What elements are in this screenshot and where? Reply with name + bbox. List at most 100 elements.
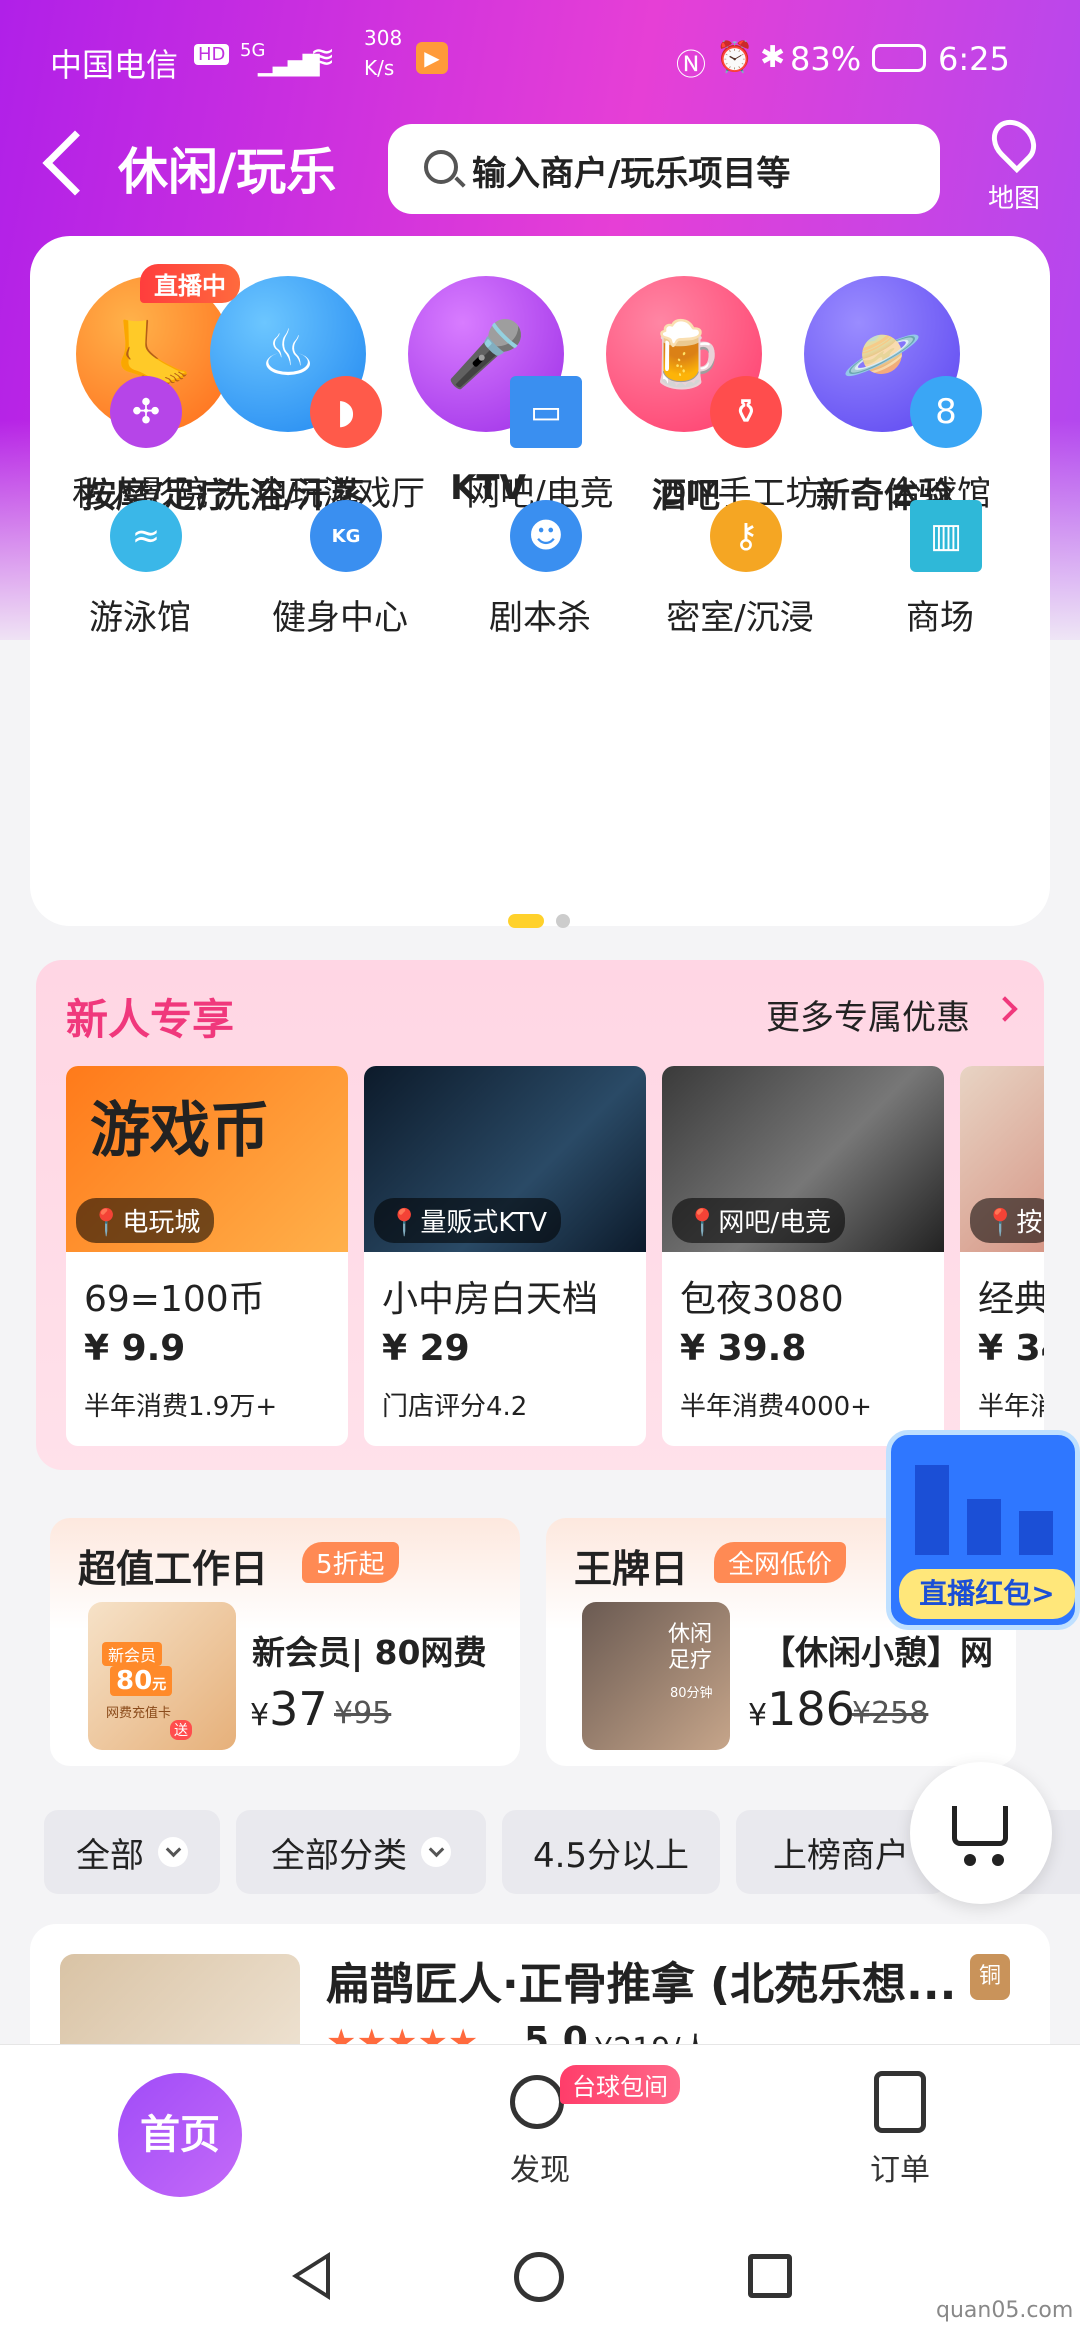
battery-icon [872, 44, 926, 72]
search-icon [424, 150, 458, 184]
deal-price: ¥ 29 [382, 1328, 470, 1369]
deal-price: ¥ 9.9 [84, 1328, 186, 1369]
deal-card[interactable]: 游戏币 📍电玩城 69=100币 ¥ 9.9 半年消费1.9万+ [66, 1066, 348, 1446]
tab-home[interactable]: 首页 [118, 2073, 242, 2197]
deal-card[interactable]: 📍量贩式KTV 小中房白天档 ¥ 29 门店评分4.2 [364, 1066, 646, 1446]
home-circle-icon[interactable] [514, 2252, 564, 2302]
deal-subtext: 半年消费4000+ [680, 1392, 872, 1422]
speed-value: 308 [364, 26, 403, 50]
alarm-icon: ⏰ [716, 40, 754, 75]
wifi-icon: ≋ [310, 40, 336, 75]
promo-item-name: 新会员| 80网费 [252, 1633, 487, 1672]
order-icon[interactable] [874, 2071, 926, 2133]
category-mall[interactable]: ▥ 商场 [840, 500, 1040, 650]
category-card: 🦶 按摩/足疗 ♨ 洗浴/汗蒸 🎤 KTV 🍺 酒吧 🪐 新奇体验 ✣ 私人影院… [30, 236, 1050, 928]
cart-wheel [964, 1854, 976, 1866]
pacman-icon: ◗ [310, 376, 382, 448]
compass-icon[interactable] [510, 2075, 564, 2129]
key-icon: ⚷ [710, 500, 782, 572]
kettlebell-icon: KG [310, 500, 382, 572]
status-bar: 中国电信 HD 5G ▁▃▅▇ ≋ 308 K/s ▶ Ⓝ ⏰ ✱ 83% 6:… [0, 0, 1080, 120]
category-murder-mystery[interactable]: ☻ 剧本杀 [440, 500, 640, 650]
cart-button[interactable] [910, 1762, 1052, 1904]
category-label: 游泳馆 [89, 598, 191, 638]
category-label: 健身中心 [272, 598, 408, 638]
cart-icon [952, 1806, 1008, 1846]
filter-rating[interactable]: 4.5分以上 [502, 1810, 720, 1894]
category-label: 剧本杀 [489, 598, 591, 638]
live-redpacket-label: 直播红包> [899, 1569, 1075, 1619]
category-escape-room[interactable]: ⚷ 密室/沉浸 [640, 500, 840, 650]
section-title: 新人专享 [66, 995, 235, 1044]
live-badge: 直播中 [140, 264, 240, 303]
chevron-down-icon [421, 1837, 451, 1867]
battery-percent: 83% [790, 40, 862, 78]
new-user-section: 新人专享 更多专属优惠 游戏币 📍电玩城 69=100币 ¥ 9.9 半年消费1… [36, 960, 1044, 1470]
wave-icon: ≈ [110, 500, 182, 572]
promo-tag: 5折起 [302, 1542, 399, 1583]
category-gym[interactable]: KG 健身中心 [240, 500, 440, 650]
category-swimming[interactable]: ≈ 游泳馆 [40, 500, 240, 650]
bronze-medal-icon: 铜 [970, 1954, 1010, 2000]
page-dot-active [508, 914, 544, 928]
jar-icon: ⚱ [710, 376, 782, 448]
more-offers-link[interactable]: 更多专属优惠 [766, 990, 970, 1039]
deal-tag: 📍电玩城 [76, 1198, 215, 1243]
bottom-tab-bar: 首页 台球包间 发现 订单 [0, 2044, 1080, 2214]
map-label: 地图 [987, 184, 1040, 214]
deal-subtext: 门店评分4.2 [382, 1392, 528, 1422]
back-triangle-icon[interactable] [292, 2252, 330, 2300]
speed-unit: K/s [364, 56, 395, 80]
search-input[interactable]: 输入商户/玩乐项目等 [388, 124, 940, 214]
deal-price: ¥ 34 [978, 1328, 1044, 1369]
deal-card[interactable]: 📍网吧/电竞 包夜3080 ¥ 39.8 半年消费4000+ [662, 1066, 944, 1446]
card-text: 80分钟 [670, 1686, 713, 1701]
deal-tag: 📍按 [970, 1198, 1044, 1243]
hd-badge: HD [194, 44, 230, 65]
promo-original-price: ¥95 [334, 1696, 392, 1731]
monitor-icon: ▭ [510, 376, 582, 448]
chevron-down-icon [158, 1837, 188, 1867]
promo-card-weekday[interactable]: 超值工作日 5折起 新会员 80元 网费充值卡 送 新会员| 80网费 ¥37 … [50, 1518, 520, 1766]
card-text: 新会员 [102, 1642, 163, 1666]
card-text: 送 [170, 1720, 192, 1740]
promo-tag: 全网低价 [714, 1542, 847, 1583]
filter-category[interactable]: 全部分类 [236, 1810, 486, 1894]
card-text: 休闲 足疗 [668, 1622, 713, 1674]
deal-title: 经典 [978, 1279, 1044, 1320]
category-label: 商场 [906, 598, 974, 638]
filter-all[interactable]: 全部 [44, 1810, 220, 1894]
deal-title: 小中房白天档 [382, 1279, 599, 1320]
promo-price: ¥186 [748, 1682, 855, 1736]
tab-orders[interactable]: 订单 [870, 2145, 930, 2189]
promo-item-name: 【休闲小憩】网 [762, 1633, 993, 1672]
deal-subtext: 半年消费1.9万+ [84, 1392, 278, 1422]
recents-square-icon[interactable] [748, 2254, 792, 2298]
shop-name: 扁鹊匠人·正骨推拿 (北苑乐想... [326, 1959, 957, 2010]
tab-discover[interactable]: 发现 [510, 2145, 570, 2189]
building-icon: ▥ [910, 500, 982, 572]
billiard-number: 8 [935, 392, 957, 432]
signal-icon: ▁▃▅▇ [258, 52, 320, 77]
category-label: 密室/沉浸 [666, 598, 814, 638]
promo-title: 王牌日 [574, 1547, 689, 1591]
widget-bar [1019, 1511, 1053, 1555]
film-reel-icon: ✣ [110, 376, 182, 448]
deal-price: ¥ 39.8 [680, 1328, 807, 1369]
map-button[interactable]: 地图 [972, 110, 1056, 214]
page-title: 休闲/玩乐 [118, 143, 337, 201]
chevron-right-icon [992, 996, 1018, 1022]
deal-banner-text: 游戏币 [90, 1096, 270, 1166]
carrier-label: 中国电信 [50, 46, 179, 84]
deal-card[interactable]: 📍按 经典 ¥ 34 半年消 [960, 1066, 1044, 1446]
promo-image: 新会员 80元 网费充值卡 送 [88, 1602, 236, 1750]
card-text: 80元 [110, 1666, 173, 1696]
nfc-icon: Ⓝ [676, 48, 706, 83]
location-pin-icon [982, 110, 1046, 174]
deal-tag: 📍网吧/电竞 [672, 1198, 846, 1243]
card-text: 网费充值卡 [106, 1706, 172, 1721]
system-navigation-bar [0, 2214, 1080, 2340]
deal-tag: 📍量贩式KTV [374, 1198, 562, 1243]
detective-icon: ☻ [510, 500, 582, 572]
live-redpacket-widget[interactable]: 直播红包> [886, 1430, 1080, 1630]
